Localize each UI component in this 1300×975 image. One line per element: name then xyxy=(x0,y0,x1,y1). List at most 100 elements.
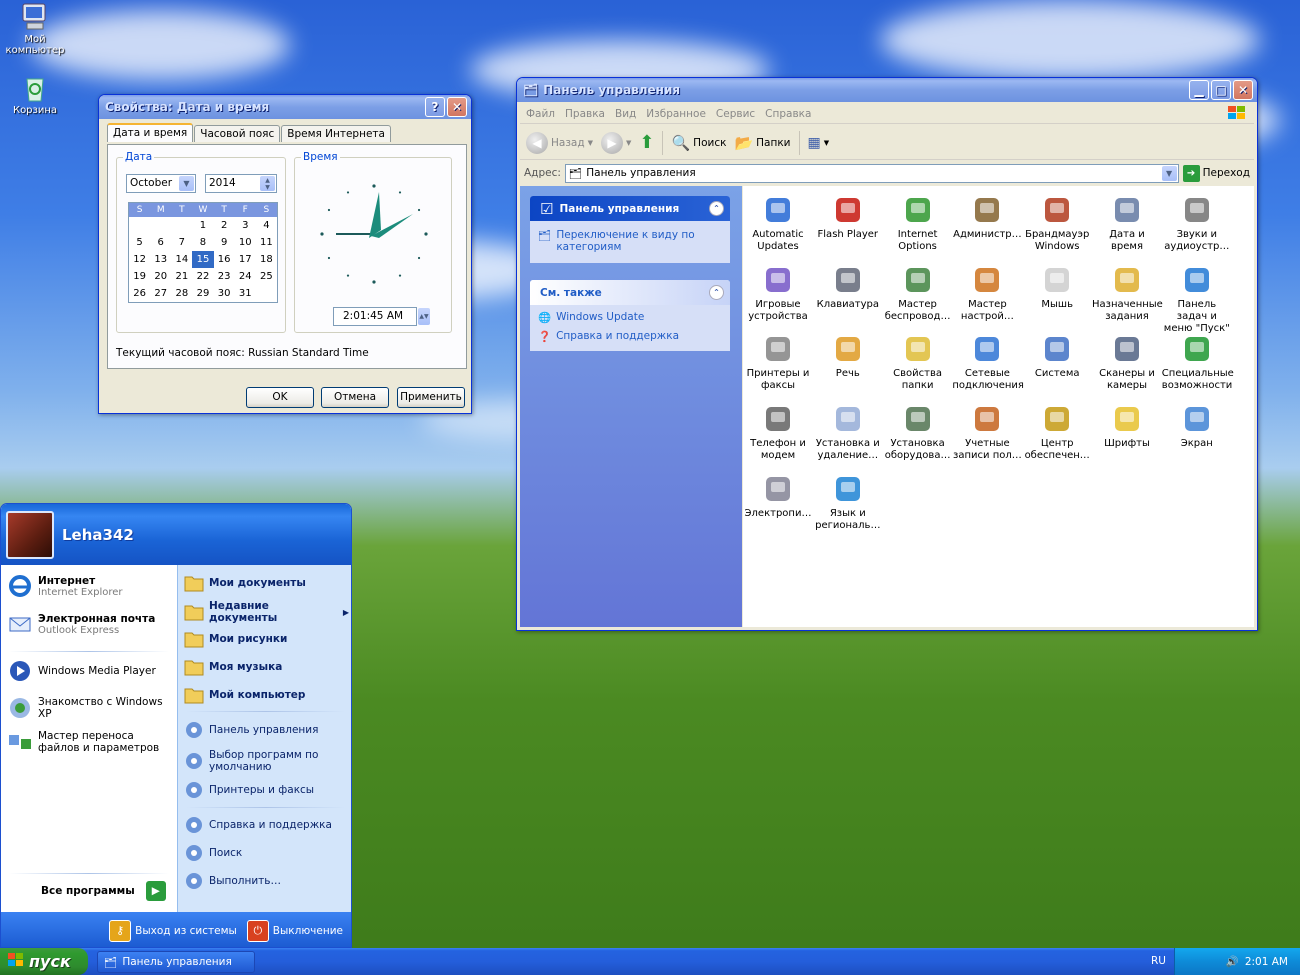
control-panel-item[interactable]: Назначенные задания xyxy=(1092,264,1163,323)
calendar-day[interactable]: 1 xyxy=(192,217,213,234)
calendar-day[interactable]: 20 xyxy=(150,268,171,285)
control-panel-item[interactable]: Игровые устройства xyxy=(743,264,813,323)
calendar-day[interactable]: 13 xyxy=(150,251,171,268)
calendar-day[interactable]: 5 xyxy=(129,234,150,251)
see-also-header[interactable]: См. также ⌃ xyxy=(530,280,730,305)
start-right-item[interactable]: Поиск xyxy=(183,842,349,864)
help-support-link[interactable]: ❓ Справка и поддержка xyxy=(530,327,730,351)
tab-date-time[interactable]: Дата и время xyxy=(107,123,194,142)
start-right-item[interactable]: Выполнить… xyxy=(183,870,349,892)
go-button[interactable]: ➔ Переход xyxy=(1182,164,1254,182)
control-panel-item[interactable]: Мастер беспровод… xyxy=(883,264,953,323)
search-button[interactable]: 🔍 Поиск xyxy=(671,134,726,152)
help-icon[interactable]: ? xyxy=(425,97,445,117)
calendar-day[interactable]: 17 xyxy=(235,251,256,268)
calendar-day[interactable]: 3 xyxy=(235,217,256,234)
calendar-day[interactable]: 11 xyxy=(256,234,277,251)
calendar-day[interactable]: 24 xyxy=(235,268,256,285)
calendar-day[interactable]: 14 xyxy=(171,251,192,268)
control-panel-item[interactable]: Электропи… xyxy=(743,473,813,520)
control-panel-titlebar[interactable]: 🗂 Панель управления ▁ □ ✕ xyxy=(517,78,1257,102)
menu-item[interactable]: Файл xyxy=(526,108,555,120)
task-box-header[interactable]: ☑ Панель управления ⌃ xyxy=(530,196,730,221)
volume-icon[interactable]: 🔊 xyxy=(1226,955,1239,968)
menu-item[interactable]: Избранное xyxy=(646,108,706,120)
calendar-day[interactable]: 28 xyxy=(171,285,192,302)
address-input[interactable]: 🗂 Панель управления ▼ xyxy=(564,163,1179,183)
switch-view-link[interactable]: 🗂 Переключение к виду по категориям xyxy=(530,221,730,263)
year-spinner[interactable]: 2014 ▲ ▼ xyxy=(205,174,277,193)
control-panel-item[interactable]: Речь xyxy=(813,333,883,380)
control-panel-item[interactable]: Учетные записи пол… xyxy=(952,403,1022,462)
control-panel-item[interactable]: Телефон и модем xyxy=(743,403,813,462)
calendar-day[interactable]: 25 xyxy=(256,268,277,285)
calendar-day[interactable]: 21 xyxy=(171,268,192,285)
start-right-item[interactable]: Панель управления xyxy=(183,719,349,741)
chevron-down-icon[interactable]: ▼ xyxy=(179,176,194,191)
calendar-day[interactable]: 26 xyxy=(129,285,150,302)
calendar-day[interactable]: 31 xyxy=(235,285,256,302)
calendar-day[interactable]: 18 xyxy=(256,251,277,268)
control-panel-item[interactable]: Automatic Updates xyxy=(743,194,813,253)
collapse-icon[interactable]: ⌃ xyxy=(709,201,724,216)
control-panel-item[interactable]: Установка и удаление… xyxy=(813,403,883,462)
start-right-item[interactable]: Принтеры и факсы xyxy=(183,779,349,801)
minimize-icon[interactable]: ▁ xyxy=(1189,80,1209,100)
calendar-day[interactable]: 16 xyxy=(214,251,235,268)
close-icon[interactable]: ✕ xyxy=(1233,80,1253,100)
start-right-item[interactable]: Мои документы xyxy=(183,572,349,594)
control-panel-item[interactable]: Сетевые подключения xyxy=(952,333,1024,392)
start-button[interactable]: пуск xyxy=(0,948,88,975)
control-panel-item[interactable]: Мастер настрой… xyxy=(952,264,1022,323)
calendar-day[interactable]: 23 xyxy=(214,268,235,285)
shutdown-button[interactable]: ⏻ Выключение xyxy=(246,919,343,942)
control-panel-item[interactable]: Мышь xyxy=(1022,264,1092,311)
time-spin-icon[interactable]: ▲▼ xyxy=(418,308,430,325)
apply-button[interactable]: Применить xyxy=(397,387,465,408)
tab-internet-time[interactable]: Время Интернета xyxy=(281,125,391,142)
control-panel-item[interactable]: Сканеры и камеры xyxy=(1092,333,1162,392)
close-icon[interactable]: ✕ xyxy=(447,97,467,117)
clock[interactable]: 2:01 AM xyxy=(1245,956,1288,968)
time-input[interactable]: 2:01:45 AM xyxy=(333,307,417,326)
menu-item[interactable]: Сервис xyxy=(716,108,755,120)
start-item-media-player[interactable]: Windows Media Player xyxy=(7,658,156,684)
start-right-item[interactable]: Справка и поддержка xyxy=(183,814,349,836)
control-panel-item[interactable]: Internet Options xyxy=(883,194,953,253)
control-panel-item[interactable]: Администр… xyxy=(952,194,1022,241)
calendar-day[interactable]: 8 xyxy=(192,234,213,251)
control-panel-item[interactable]: Экран xyxy=(1162,403,1232,450)
cancel-button[interactable]: Отмена xyxy=(321,387,389,408)
start-item-email[interactable]: Электронная почта Outlook Express xyxy=(7,611,155,637)
start-item-transfer-wizard[interactable]: Мастер переноса файлов и параметров xyxy=(7,729,175,755)
start-item-tour[interactable]: Знакомство с Windows XP xyxy=(7,695,177,721)
calendar-day[interactable]: 30 xyxy=(214,285,235,302)
up-folder-icon[interactable]: ⬆ xyxy=(639,132,654,153)
start-right-item[interactable]: Недавние документы ▶ xyxy=(183,600,349,624)
menu-item[interactable]: Справка xyxy=(765,108,811,120)
calendar-day[interactable]: 29 xyxy=(192,285,213,302)
control-panel-item[interactable]: Свойства папки xyxy=(883,333,953,392)
start-right-item[interactable]: Мой компьютер xyxy=(183,684,349,706)
windows-update-link[interactable]: 🌐 Windows Update xyxy=(530,305,730,327)
control-panel-item[interactable]: Звуки и аудиоустр… xyxy=(1162,194,1232,253)
folders-button[interactable]: 📂 Папки xyxy=(734,134,790,152)
control-panel-item[interactable]: Принтеры и факсы xyxy=(743,333,813,392)
menu-item[interactable]: Вид xyxy=(615,108,636,120)
calendar-day[interactable]: 9 xyxy=(214,234,235,251)
datetime-titlebar[interactable]: Свойства: Дата и время ? ✕ xyxy=(99,95,471,119)
taskbar-item-control-panel[interactable]: 🗂 Панель управления xyxy=(97,951,255,973)
chevron-down-icon[interactable]: ▼ xyxy=(1161,165,1177,181)
start-item-internet[interactable]: Интернет Internet Explorer xyxy=(7,573,123,599)
calendar-day[interactable]: 19 xyxy=(129,268,150,285)
collapse-icon[interactable]: ⌃ xyxy=(709,285,724,300)
views-button[interactable]: ▦ ▼ xyxy=(808,135,830,151)
maximize-icon[interactable]: □ xyxy=(1211,80,1231,100)
desktop-icon-recycle-bin[interactable]: Корзина xyxy=(0,73,70,116)
control-panel-item[interactable]: Специальные возможности xyxy=(1162,333,1234,392)
control-panel-item[interactable]: Язык и региональ… xyxy=(813,473,883,532)
calendar-day[interactable]: 27 xyxy=(150,285,171,302)
start-right-item[interactable]: Моя музыка xyxy=(183,656,349,678)
tab-timezone[interactable]: Часовой пояс xyxy=(194,125,281,142)
spin-arrows-icon[interactable]: ▲ ▼ xyxy=(260,176,275,191)
